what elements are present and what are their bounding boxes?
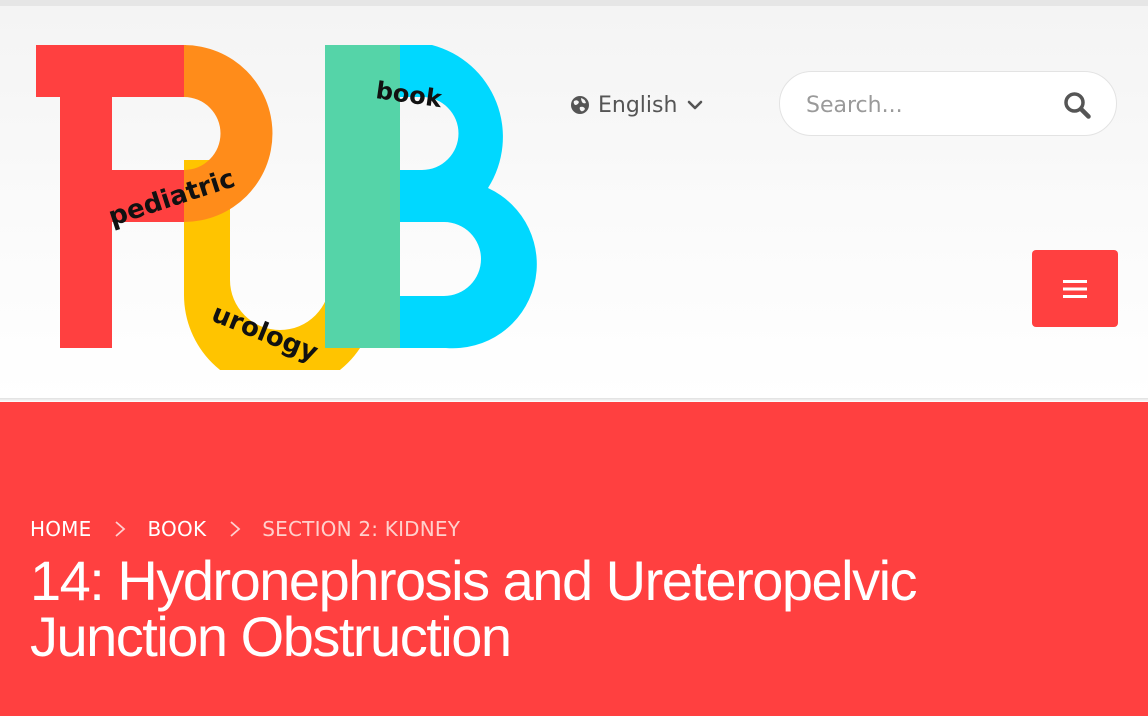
chevron-right-icon bbox=[230, 521, 241, 537]
language-label: English bbox=[598, 92, 678, 118]
page-title: 14: Hydronephrosis and Ureteropelvic Jun… bbox=[30, 549, 918, 668]
breadcrumb-current: SECTION 2: KIDNEY bbox=[262, 517, 461, 541]
globe-icon bbox=[571, 96, 589, 114]
search-input[interactable] bbox=[804, 86, 1048, 124]
site-logo[interactable]: pediatric urology book bbox=[30, 40, 540, 370]
search-icon[interactable] bbox=[1062, 90, 1092, 120]
breadcrumb-home-link[interactable]: HOME bbox=[30, 517, 91, 541]
breadcrumb: HOME BOOK SECTION 2: KIDNEY bbox=[30, 514, 460, 544]
search-box bbox=[779, 71, 1117, 136]
chevron-down-icon bbox=[688, 100, 703, 110]
hamburger-icon bbox=[1063, 279, 1087, 298]
chevron-right-icon bbox=[115, 521, 126, 537]
language-selector[interactable]: English bbox=[570, 88, 703, 122]
breadcrumb-book-link[interactable]: BOOK bbox=[147, 517, 206, 541]
menu-button[interactable] bbox=[1032, 250, 1118, 327]
